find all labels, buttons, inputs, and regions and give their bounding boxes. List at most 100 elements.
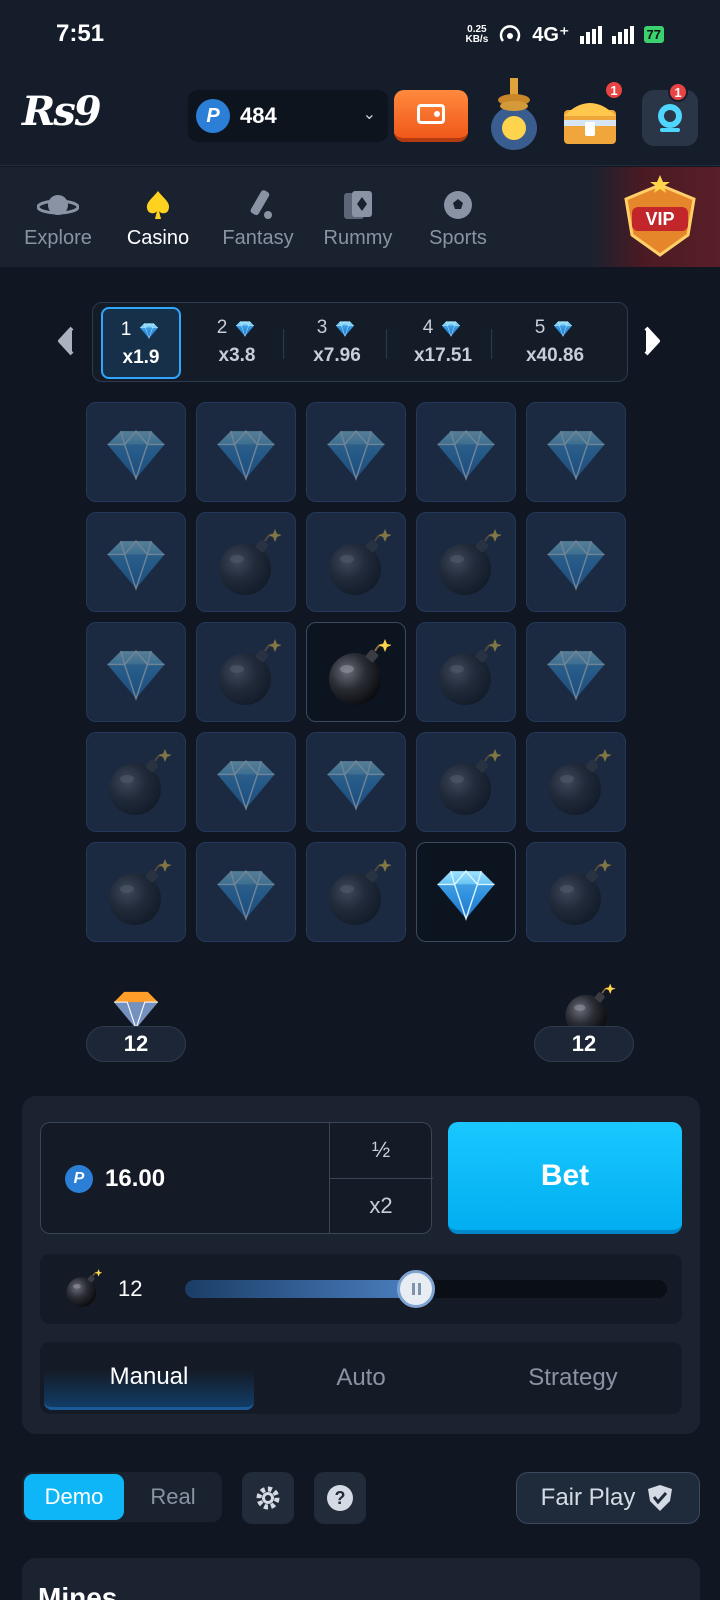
- half-bet-button[interactable]: ½: [330, 1123, 432, 1177]
- nav-casino[interactable]: Casino: [108, 187, 208, 250]
- rewards-chest[interactable]: 1: [560, 80, 624, 153]
- help-button[interactable]: ?: [314, 1472, 366, 1524]
- gem-tile[interactable]: [86, 622, 186, 722]
- multiplier-strip: 1 x1.9 2 x3.8 3 x7.96 4 x17.51 5 x40.86: [92, 302, 628, 382]
- diamond-icon: [546, 540, 606, 590]
- football-icon: [444, 191, 472, 219]
- demo-button[interactable]: Demo: [24, 1474, 124, 1520]
- multiplier-option[interactable]: 2 x3.8: [187, 307, 287, 379]
- slider-fill: [185, 1280, 417, 1298]
- tab-strategy[interactable]: Strategy: [468, 1342, 678, 1414]
- double-bet-button[interactable]: x2: [330, 1179, 432, 1233]
- bet-button[interactable]: Bet: [448, 1122, 682, 1234]
- prev-arrow-icon[interactable]: [54, 324, 80, 358]
- gem-tile[interactable]: [196, 402, 296, 502]
- diamond-icon: [236, 321, 255, 337]
- nav-rummy[interactable]: Rummy: [308, 187, 408, 250]
- bomb-icon: [438, 638, 501, 706]
- bet-panel: P 16.00 ½ x2 Bet 12 Manual Auto Strategy: [22, 1096, 700, 1434]
- gear-icon: [256, 1486, 280, 1510]
- network-type: 4G⁺: [532, 24, 570, 46]
- bet-amount-field[interactable]: P 16.00 ½ x2: [40, 1122, 433, 1234]
- diamond-icon: [216, 760, 276, 810]
- diamond-icon: [216, 870, 276, 920]
- tab-auto[interactable]: Auto: [256, 1342, 466, 1414]
- wallet-icon: [417, 104, 445, 124]
- signal-icon: [579, 25, 602, 44]
- wallet-button[interactable]: [394, 90, 468, 142]
- diamond-icon: [436, 430, 496, 480]
- vip-banner[interactable]: VIP: [590, 167, 720, 267]
- mine-tile[interactable]: [306, 512, 406, 612]
- nav-explore[interactable]: Explore: [8, 187, 108, 250]
- mine-tile[interactable]: [86, 842, 186, 942]
- settings-button[interactable]: [242, 1472, 294, 1524]
- support-icon: [658, 104, 682, 132]
- vip-label: VIP: [645, 209, 674, 229]
- status-icons: 0.25 KB/s 4G⁺ 77: [465, 22, 664, 47]
- diamond-icon: [442, 321, 461, 337]
- gem-tile[interactable]: [306, 732, 406, 832]
- tab-manual[interactable]: Manual: [44, 1346, 254, 1410]
- next-arrow-icon[interactable]: [638, 324, 664, 358]
- app-header: Rs9 P 484 ⌄ 1 1: [0, 64, 720, 166]
- multiplier-option[interactable]: 3 x7.96: [287, 307, 387, 379]
- gem-tile[interactable]: [526, 512, 626, 612]
- brand-logo[interactable]: Rs9: [22, 88, 102, 135]
- balance-selector[interactable]: P 484 ⌄: [188, 90, 388, 142]
- revealed-gem-tile[interactable]: [416, 842, 516, 942]
- multiplier-option[interactable]: 1 x1.9: [101, 307, 181, 379]
- mine-tile[interactable]: [306, 842, 406, 942]
- bomb-icon: [218, 528, 281, 596]
- nav-fantasy[interactable]: Fantasy: [208, 187, 308, 250]
- mines-count: 12: [534, 1026, 634, 1062]
- bomb-icon: [438, 528, 501, 596]
- treasure-jar-icon[interactable]: [488, 74, 540, 154]
- signal-icon-2: [611, 25, 634, 44]
- mine-tile[interactable]: [196, 622, 296, 722]
- mine-tile[interactable]: [416, 512, 516, 612]
- cards-icon: [344, 191, 372, 219]
- clock: 7:51: [56, 20, 105, 47]
- mine-tile[interactable]: [86, 732, 186, 832]
- bomb-icon: [548, 858, 611, 926]
- gem-tile[interactable]: [86, 402, 186, 502]
- support-button[interactable]: 1: [642, 82, 698, 146]
- mines-slider[interactable]: [185, 1270, 667, 1308]
- notification-badge: 1: [668, 82, 688, 102]
- fair-play-button[interactable]: Fair Play: [516, 1472, 700, 1524]
- chevron-down-icon: ⌄: [362, 106, 376, 123]
- diamond-icon: [216, 430, 276, 480]
- balance-amount: 484: [240, 103, 277, 128]
- bomb-icon: [218, 638, 281, 706]
- gems-count: 12: [86, 1026, 186, 1062]
- nav-sports[interactable]: Sports: [408, 187, 508, 250]
- gem-tile[interactable]: [526, 622, 626, 722]
- mine-tile[interactable]: [416, 622, 516, 722]
- diamond-icon: [106, 540, 166, 590]
- mines-value: 12: [118, 1276, 143, 1301]
- mine-tile[interactable]: [416, 732, 516, 832]
- gem-tile[interactable]: [526, 402, 626, 502]
- gem-tile[interactable]: [416, 402, 516, 502]
- gem-tile[interactable]: [86, 512, 186, 612]
- multiplier-option[interactable]: 5 x40.86: [499, 307, 611, 379]
- gem-tile[interactable]: [196, 842, 296, 942]
- bomb-icon: [328, 528, 391, 596]
- diamond-icon: [326, 760, 386, 810]
- coin-icon: P: [196, 99, 230, 133]
- diamond-icon: [106, 650, 166, 700]
- slider-handle[interactable]: [397, 1270, 436, 1308]
- gem-tile[interactable]: [196, 732, 296, 832]
- bomb-icon: [65, 1268, 102, 1308]
- revealed-mine-tile[interactable]: [306, 622, 406, 722]
- mine-tile[interactable]: [526, 732, 626, 832]
- spade-icon: [146, 191, 170, 219]
- mine-tile[interactable]: [196, 512, 296, 612]
- real-button[interactable]: Real: [128, 1474, 218, 1520]
- multiplier-option[interactable]: 4 x17.51: [391, 307, 495, 379]
- bomb-icon: [438, 748, 501, 816]
- mine-tile[interactable]: [526, 842, 626, 942]
- gem-tile[interactable]: [306, 402, 406, 502]
- bet-amount-value[interactable]: 16.00: [105, 1165, 165, 1193]
